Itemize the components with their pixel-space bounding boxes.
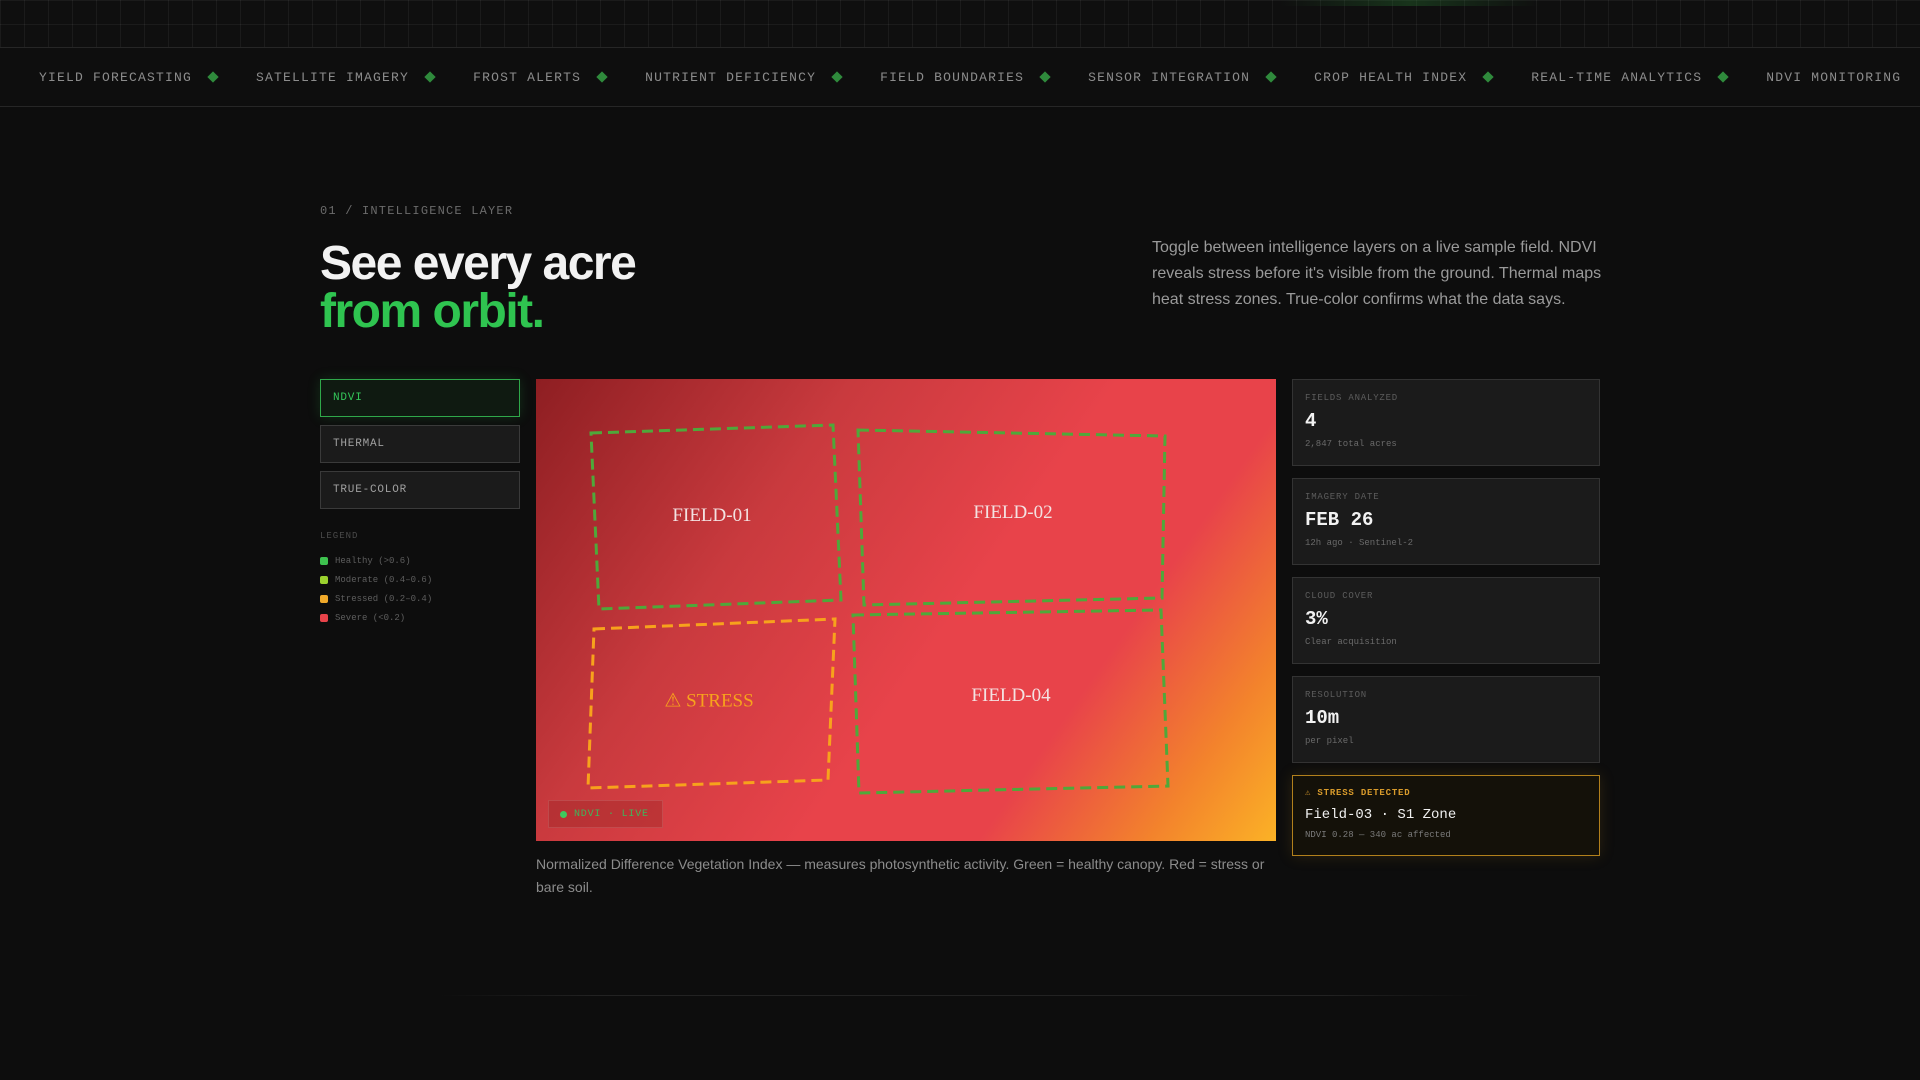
stat-sub: Clear acquisition bbox=[1305, 637, 1397, 647]
top-glow bbox=[1280, 0, 1540, 6]
section-eyebrow: 01 / INTELLIGENCE LAYER bbox=[320, 204, 514, 218]
layer-button-thermal[interactable]: THERMAL bbox=[320, 425, 520, 463]
ticker-label: NUTRIENT DEFICIENCY bbox=[645, 69, 817, 85]
ticker-label: FROST ALERTS bbox=[473, 69, 582, 85]
legend-item: Moderate (0.4–0.6) bbox=[320, 570, 520, 589]
ndvi-field-map[interactable]: FIELD-01 FIELD-02 ⚠ STRESS FIELD-04 NDVI… bbox=[536, 379, 1276, 841]
stat-label: CLOUD COVER bbox=[1305, 591, 1374, 601]
stat-card-cloud-cover: CLOUD COVER 3% Clear acquisition bbox=[1292, 577, 1600, 664]
ticker-item: SATELLITE IMAGERY bbox=[217, 69, 436, 85]
legend-swatch bbox=[320, 613, 328, 622]
stat-card-resolution: RESOLUTION 10m per pixel bbox=[1292, 676, 1600, 763]
stats-panel: FIELDS ANALYZED 4 2,847 total acres IMAG… bbox=[1292, 379, 1600, 856]
field-label-stress: ⚠ STRESS bbox=[664, 690, 754, 712]
layer-button-true-color[interactable]: TRUE-COLOR bbox=[320, 471, 520, 509]
stat-value: 4 bbox=[1305, 410, 1317, 432]
legend-item: Severe (<0.2) bbox=[320, 608, 520, 627]
stat-sub: 2,847 total acres bbox=[1305, 439, 1397, 449]
field-label-01: FIELD-01 bbox=[672, 505, 752, 526]
live-badge-label: NDVI · LIVE bbox=[574, 808, 649, 820]
ticker-label: SENSOR INTEGRATION bbox=[1088, 69, 1251, 85]
section-divider bbox=[440, 995, 1480, 996]
map-caption: Normalized Difference Vegetation Index —… bbox=[536, 856, 1265, 895]
legend: LEGEND Healthy (>0.6) Moderate (0.4–0.6)… bbox=[320, 531, 520, 627]
ticker-label: NDVI MONITORING bbox=[1766, 69, 1902, 85]
legend-swatch bbox=[320, 594, 328, 603]
legend-label: Healthy (>0.6) bbox=[335, 555, 411, 566]
section-description: Toggle between intelligence layers on a … bbox=[1152, 239, 1602, 308]
ticker-label: SATELLITE IMAGERY bbox=[256, 69, 410, 85]
legend-label: Stressed (0.2–0.4) bbox=[335, 593, 433, 604]
ticker-label: REAL-TIME ANALYTICS bbox=[1531, 69, 1703, 85]
stat-card-imagery-date: IMAGERY DATE FEB 26 12h ago · Sentinel-2 bbox=[1292, 478, 1600, 565]
alert-label: ⚠ STRESS DETECTED bbox=[1305, 788, 1411, 798]
field-label-04: FIELD-04 bbox=[971, 685, 1051, 706]
field-boundaries-overlay bbox=[586, 423, 1170, 795]
top-grid-strip bbox=[0, 0, 1920, 47]
stat-sub: per pixel bbox=[1305, 736, 1354, 746]
stat-value: 10m bbox=[1305, 707, 1340, 729]
field-label-02: FIELD-02 bbox=[973, 502, 1053, 523]
feature-ticker: YIELD FORECASTING SATELLITE IMAGERY FROS… bbox=[0, 47, 1920, 107]
alert-detail: NDVI 0.28 — 340 ac affected bbox=[1305, 830, 1451, 840]
section-title: See every acre from orbit. bbox=[320, 237, 637, 338]
legend-title: LEGEND bbox=[320, 531, 359, 541]
ticker-label: CROP HEALTH INDEX bbox=[1314, 69, 1468, 85]
legend-item: Stressed (0.2–0.4) bbox=[320, 589, 520, 608]
stat-value: FEB 26 bbox=[1305, 509, 1374, 531]
layer-button-ndvi[interactable]: NDVI bbox=[320, 379, 520, 417]
stat-label: RESOLUTION bbox=[1305, 690, 1368, 700]
title-line-2: from orbit. bbox=[320, 285, 545, 338]
ticker-item: SENSOR INTEGRATION bbox=[1049, 69, 1277, 85]
ticker-label: FIELD BOUNDARIES bbox=[880, 69, 1025, 85]
layer-toggle-panel: NDVI THERMAL TRUE-COLOR LEGEND Healthy (… bbox=[320, 379, 520, 627]
legend-item: Healthy (>0.6) bbox=[320, 551, 520, 570]
live-dot-icon bbox=[560, 810, 567, 818]
stat-value: 3% bbox=[1305, 608, 1328, 630]
legend-swatch bbox=[320, 556, 328, 565]
ticker-item: CROP HEALTH INDEX bbox=[1275, 69, 1494, 85]
stat-label: FIELDS ANALYZED bbox=[1305, 393, 1399, 403]
ticker-item: YIELD FORECASTING bbox=[0, 69, 219, 85]
live-badge: NDVI · LIVE bbox=[548, 800, 663, 828]
ticker-item: NDVI MONITORING bbox=[1727, 70, 1901, 85]
title-line-1: See every acre bbox=[320, 237, 637, 290]
ticker-item: FIELD BOUNDARIES bbox=[841, 69, 1051, 85]
stat-sub: 12h ago · Sentinel-2 bbox=[1305, 538, 1414, 548]
legend-label: Moderate (0.4–0.6) bbox=[335, 574, 433, 585]
alert-title: Field-03 · S1 Zone bbox=[1305, 807, 1457, 823]
ticker-item: REAL-TIME ANALYTICS bbox=[1492, 69, 1729, 85]
stat-card-fields: FIELDS ANALYZED 4 2,847 total acres bbox=[1292, 379, 1600, 466]
stat-label: IMAGERY DATE bbox=[1305, 492, 1380, 502]
ticker-item: NUTRIENT DEFICIENCY bbox=[606, 69, 843, 85]
legend-swatch bbox=[320, 575, 328, 584]
ticker-label: YIELD FORECASTING bbox=[39, 69, 193, 85]
legend-label: Severe (<0.2) bbox=[335, 612, 406, 623]
stress-alert-card[interactable]: ⚠ STRESS DETECTED Field-03 · S1 Zone NDV… bbox=[1292, 775, 1600, 856]
ticker-item: FROST ALERTS bbox=[434, 69, 608, 85]
